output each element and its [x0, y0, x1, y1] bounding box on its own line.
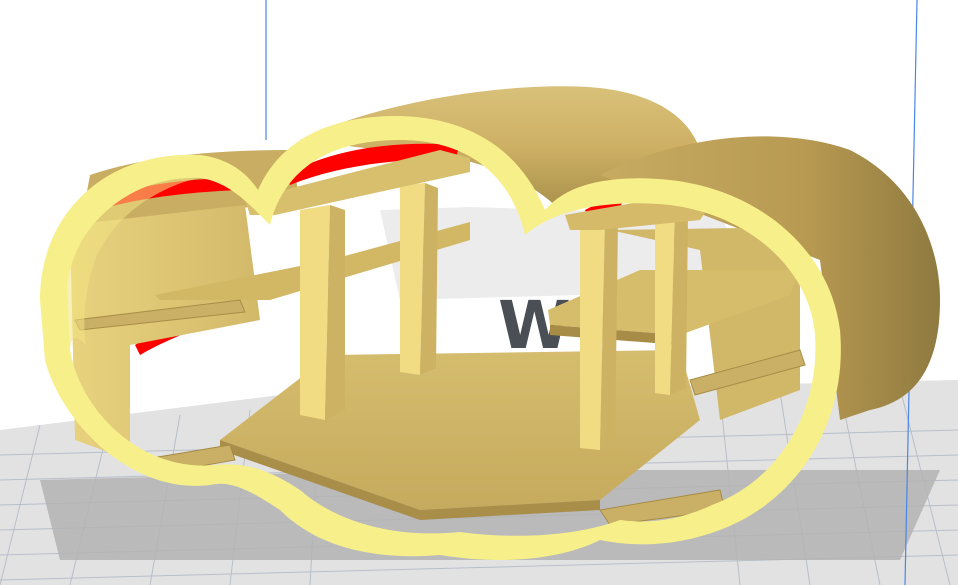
3d-viewport[interactable]: W [0, 0, 958, 585]
scene-canvas[interactable]: W [0, 0, 958, 585]
column-1 [300, 205, 330, 420]
